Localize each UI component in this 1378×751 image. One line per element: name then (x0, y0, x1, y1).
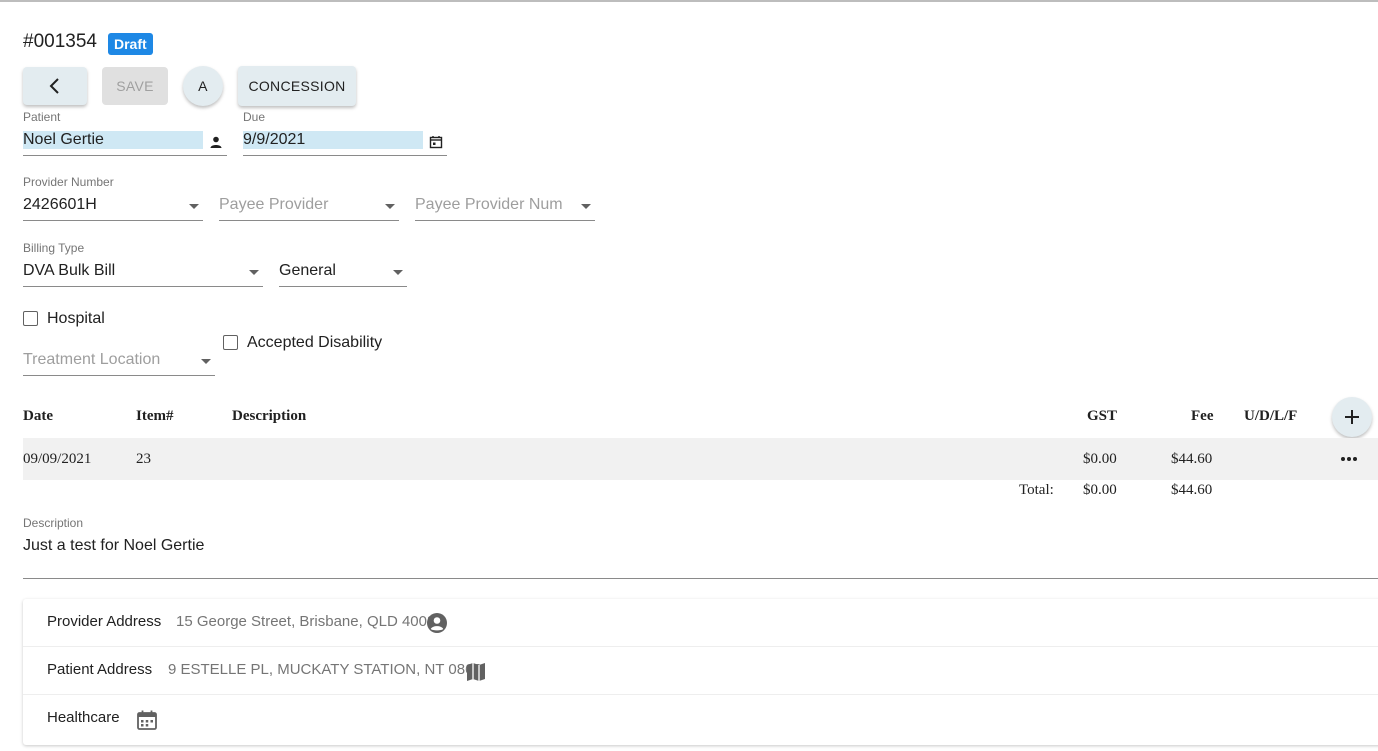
billing-type-label: Billing Type (23, 241, 85, 255)
row-gst: $0.00 (1083, 451, 1117, 467)
accepted-disability-label: Accepted Disability (247, 334, 383, 351)
healthcare-label: Healthcare (47, 709, 120, 726)
description-input[interactable]: Just a test for Noel Gertie (23, 537, 204, 555)
chevron-left-icon (49, 78, 59, 94)
row-date: 09/09/2021 (23, 451, 92, 467)
due-date-field[interactable]: 9/9/2021 (243, 126, 447, 156)
healthcare-row[interactable]: Healthcare (23, 695, 1378, 745)
a-button[interactable]: A (183, 66, 223, 106)
billing-type-select[interactable]: DVA Bulk Bill (23, 257, 263, 287)
concession-button[interactable]: CONCESSION (238, 66, 356, 106)
description-label: Description (23, 516, 84, 530)
provider-number-select[interactable]: 2426601H (23, 191, 203, 221)
provider-address-row[interactable]: Provider Address 15 George Street, Brisb… (23, 599, 1378, 647)
caret-down-icon (581, 204, 591, 209)
column-header-udlf: U/D/L/F (1244, 408, 1298, 424)
payee-provider-select[interactable]: Payee Provider (219, 191, 399, 221)
description-underline (23, 578, 1378, 579)
provider-address-label: Provider Address (47, 613, 162, 630)
more-horizontal-icon[interactable] (1339, 453, 1359, 465)
provider-number-value: 2426601H (23, 196, 97, 213)
calendar-icon[interactable] (429, 135, 443, 149)
caret-down-icon (393, 270, 403, 275)
row-item: 23 (136, 451, 151, 467)
caret-down-icon (201, 359, 211, 364)
treatment-location-placeholder: Treatment Location (23, 351, 161, 368)
plus-icon (1345, 410, 1359, 424)
invoice-number: #001354 (23, 31, 97, 52)
patient-address-label: Patient Address (47, 661, 153, 678)
save-button[interactable]: SAVE (102, 67, 168, 105)
accepted-disability-checkbox[interactable] (223, 335, 238, 350)
calendar-icon[interactable] (136, 709, 158, 731)
patient-address-value: 9 ESTELLE PL, MUCKATY STATION, NT 0862 (168, 661, 482, 678)
column-header-item: Item# (136, 408, 174, 424)
patient-value: Noel Gertie (23, 131, 203, 149)
treatment-location-select[interactable]: Treatment Location (23, 346, 215, 376)
back-button[interactable] (23, 67, 87, 105)
payee-provider-placeholder: Payee Provider (219, 196, 329, 213)
column-header-gst: GST (1087, 408, 1118, 424)
due-value: 9/9/2021 (243, 131, 423, 149)
top-border (0, 0, 1378, 2)
caret-down-icon (249, 270, 259, 275)
total-fee: $44.60 (1171, 482, 1213, 498)
patient-address-row[interactable]: Patient Address 9 ESTELLE PL, MUCKATY ST… (23, 647, 1378, 695)
row-fee: $44.60 (1171, 451, 1213, 467)
billing-type-value: DVA Bulk Bill (23, 262, 116, 279)
caret-down-icon (189, 204, 199, 209)
patient-label: Patient (23, 110, 61, 124)
address-panel: Provider Address 15 George Street, Brisb… (23, 599, 1378, 745)
billing-category-select[interactable]: General (279, 257, 407, 287)
column-header-description: Description (232, 408, 307, 424)
patient-field[interactable]: Noel Gertie (23, 126, 227, 156)
column-header-fee: Fee (1191, 408, 1214, 424)
caret-down-icon (385, 204, 395, 209)
hospital-label: Hospital (47, 310, 105, 327)
billing-category-value: General (279, 262, 336, 279)
provider-address-value: 15 George Street, Brisbane, QLD 4003 (176, 613, 436, 630)
total-label: Total: (1019, 482, 1054, 498)
status-badge: Draft (108, 33, 153, 55)
person-icon[interactable] (209, 135, 223, 149)
payee-provider-num-placeholder: Payee Provider Num (415, 196, 563, 213)
account-circle-icon[interactable] (426, 612, 448, 634)
total-gst: $0.00 (1083, 482, 1117, 498)
column-header-date: Date (23, 408, 53, 424)
provider-number-label: Provider Number (23, 175, 114, 189)
payee-provider-num-select[interactable]: Payee Provider Num (415, 191, 595, 221)
map-icon[interactable] (465, 661, 487, 683)
add-item-button[interactable] (1332, 397, 1372, 437)
due-label: Due (243, 110, 266, 124)
hospital-checkbox[interactable] (23, 311, 38, 326)
